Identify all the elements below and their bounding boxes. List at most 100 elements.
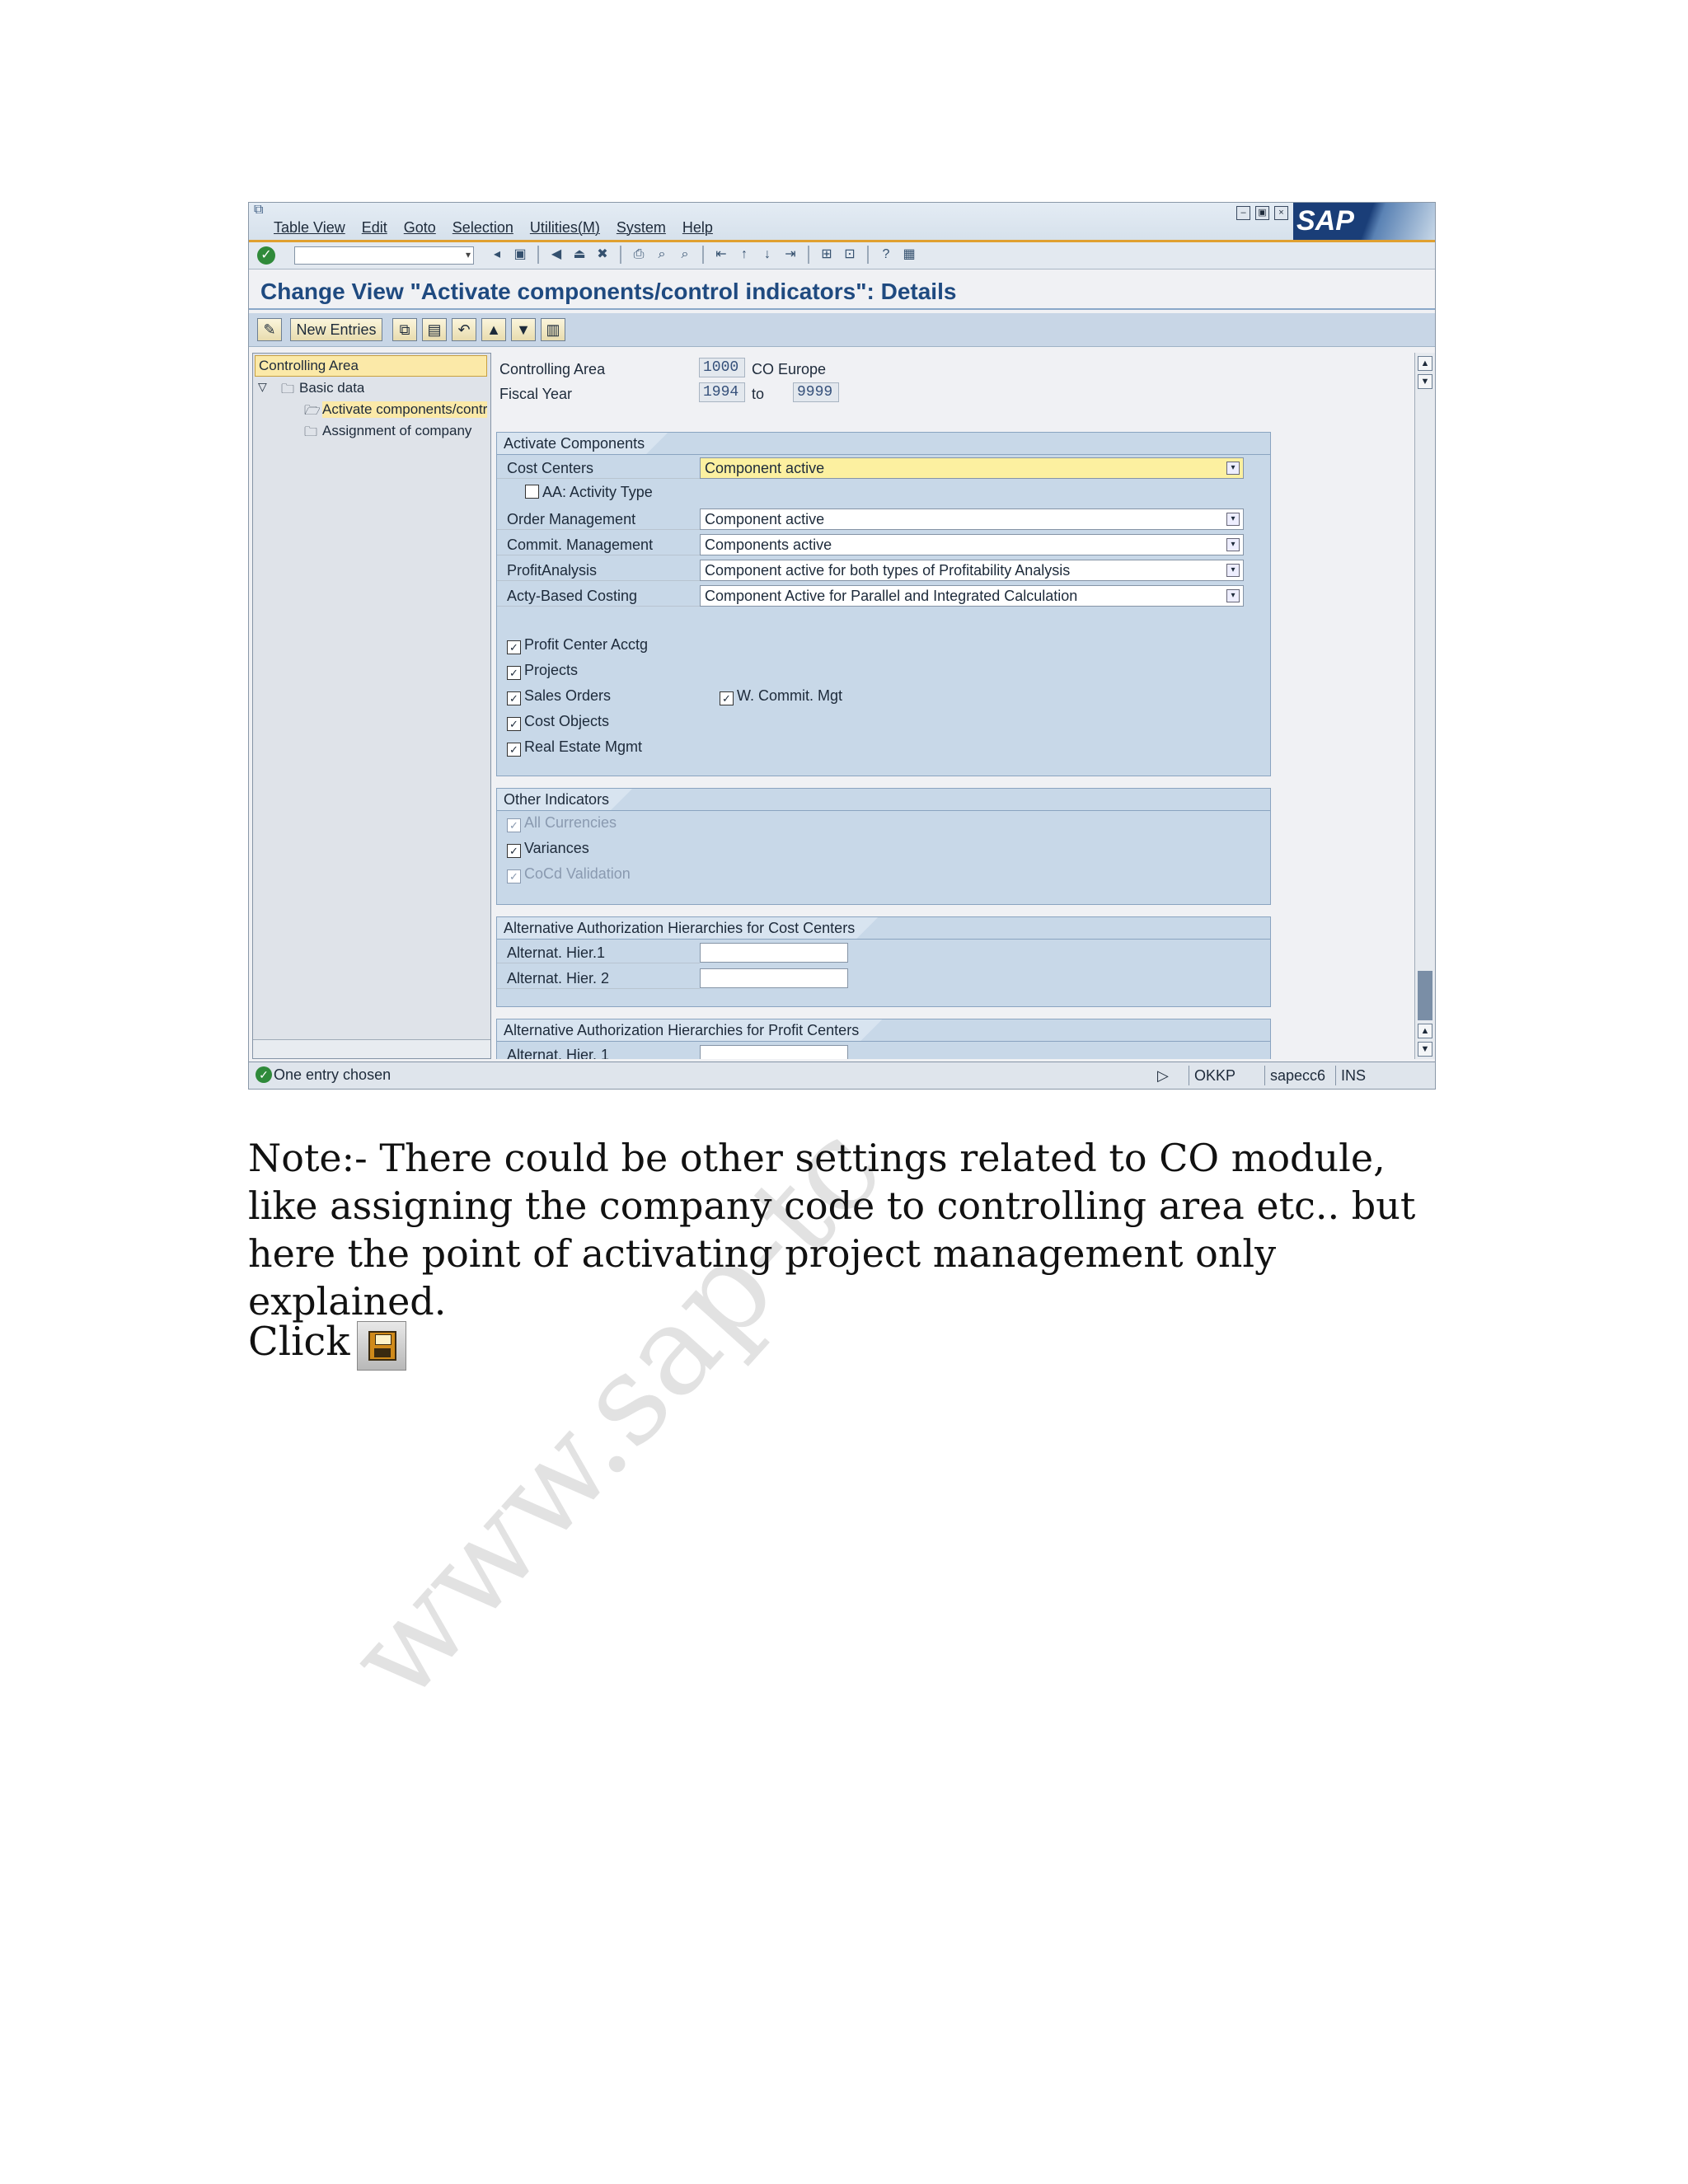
next-page-icon[interactable]: ↓ (758, 246, 776, 264)
transaction-code: OKKP (1189, 1066, 1236, 1085)
dropdown-icon[interactable]: ▾ (1226, 513, 1240, 526)
commit-management-select[interactable]: Components active ▾ (700, 534, 1244, 555)
next-entry-icon[interactable]: ▼ (511, 318, 536, 341)
dropdown-icon[interactable]: ▾ (1226, 589, 1240, 602)
menu-edit[interactable]: Edit (362, 219, 387, 237)
profit-analysis-value: Component active for both types of Profi… (705, 562, 1071, 579)
scroll-down-icon[interactable]: ▼ (1418, 1042, 1432, 1057)
tree-item-assignment-company[interactable]: Assignment of company (322, 423, 487, 439)
activate-components-group: Activate Components Cost Centers Compone… (496, 432, 1271, 776)
print-icon[interactable]: ⎙ (630, 246, 648, 264)
status-bar: ✓ One entry chosen ▷ OKKP sapecc6 INS (249, 1062, 1435, 1089)
command-field[interactable]: ▾ (294, 246, 474, 265)
previous-entry-icon[interactable]: ▲ (481, 318, 506, 341)
tree-horizontal-scrollbar[interactable] (253, 1039, 490, 1058)
group-divider (497, 939, 1270, 940)
projects-label: Projects (524, 662, 579, 678)
variances-checkbox[interactable]: ✓ Variances (507, 840, 589, 858)
copy-as-icon[interactable]: ⧉ (392, 318, 417, 341)
checkbox-box[interactable]: ✓ (507, 666, 521, 680)
floppy-disk-icon (368, 1331, 396, 1361)
insert-mode[interactable]: INS (1335, 1066, 1366, 1085)
alt-auth-cost-centers-group: Alternative Authorization Hierarchies fo… (496, 916, 1271, 1007)
checkbox-box[interactable] (525, 485, 539, 499)
vertical-scrollbar[interactable]: ▲ ▼ ▲ ▼ (1414, 353, 1435, 1059)
layout-menu-icon[interactable]: ▦ (900, 246, 918, 264)
restore-icon[interactable]: ▣ (1255, 206, 1269, 220)
separator (702, 246, 704, 264)
window-menu-icon[interactable]: ⧉ (254, 204, 269, 217)
system-info-icon[interactable]: ▷ (1152, 1066, 1169, 1085)
cost-centers-select[interactable]: Component active ▾ (700, 457, 1244, 479)
sales-orders-checkbox[interactable]: ✓ Sales Orders (507, 687, 611, 705)
collapse-icon[interactable]: ▽ (258, 380, 267, 394)
application-toolbar: ✎ New Entries ⧉ ▤ ↶ ▲ ▼ ▥ (249, 313, 1435, 347)
tree-item-activate-components[interactable]: Activate components/control indicators (322, 401, 487, 418)
acty-based-costing-select[interactable]: Component Active for Parallel and Integr… (700, 585, 1244, 607)
page-up-icon[interactable]: ▲ (1418, 1024, 1432, 1038)
aa-activity-type-checkbox[interactable]: AA: Activity Type (525, 484, 653, 501)
first-page-icon[interactable]: ⇤ (712, 246, 730, 264)
profit-analysis-select[interactable]: Component active for both types of Profi… (700, 560, 1244, 581)
separator (620, 246, 621, 264)
alternat-hier-1-input[interactable] (700, 943, 848, 963)
sales-orders-label: Sales Orders (524, 687, 612, 704)
exit-icon[interactable]: ⏏ (570, 246, 588, 264)
menu-help[interactable]: Help (682, 219, 713, 237)
display-change-icon[interactable]: ✎ (257, 318, 282, 341)
previous-page-icon[interactable]: ↑ (735, 246, 753, 264)
undo-change-icon[interactable]: ↶ (452, 318, 476, 341)
profit-center-acctg-checkbox[interactable]: ✓ Profit Center Acctg (507, 636, 648, 654)
menu-system[interactable]: System (617, 219, 666, 237)
checkbox-box: ✓ (507, 818, 521, 832)
shortcut-icon[interactable]: ⊡ (841, 246, 859, 264)
menu-selection[interactable]: Selection (452, 219, 513, 237)
checkbox-box[interactable]: ✓ (507, 844, 521, 858)
cancel-icon[interactable]: ✖ (593, 246, 612, 264)
checkbox-box[interactable]: ✓ (507, 640, 521, 654)
menu-goto[interactable]: Goto (404, 219, 436, 237)
profit-center-acctg-label: Profit Center Acctg (524, 636, 649, 653)
profit-alternat-hier-1-input[interactable] (700, 1045, 848, 1059)
help-icon[interactable]: ? (877, 246, 895, 264)
checkbox-box[interactable]: ✓ (507, 691, 521, 705)
checkbox-box[interactable]: ✓ (507, 717, 521, 731)
dropdown-icon[interactable]: ▾ (1226, 564, 1240, 577)
last-page-icon[interactable]: ⇥ (781, 246, 799, 264)
cost-objects-checkbox[interactable]: ✓ Cost Objects (507, 713, 609, 731)
delete-icon[interactable]: ▤ (422, 318, 447, 341)
menu-table-view[interactable]: Table View (274, 219, 345, 237)
back-arrow-icon[interactable]: ◂ (488, 246, 506, 264)
order-management-select[interactable]: Component active ▾ (700, 509, 1244, 530)
back-icon[interactable]: ◀ (547, 246, 565, 264)
page-down-icon[interactable]: ▼ (1418, 374, 1432, 389)
close-icon[interactable]: × (1274, 206, 1288, 220)
standard-toolbar: ✓ ▾ ◂ ▣ ◀ ⏏ ✖ ⎙ ⌕ ⌕ ⇤ ↑ ↓ ⇥ ⊞ ⊡ ? ▦ (249, 242, 1435, 269)
w-commit-mgt-checkbox[interactable]: ✓ W. Commit. Mgt (720, 687, 842, 705)
scroll-thumb[interactable] (1418, 971, 1432, 1020)
enter-icon[interactable]: ✓ (257, 246, 275, 265)
profit-analysis-label: ProfitAnalysis (497, 560, 700, 581)
save-icon[interactable]: ▣ (511, 246, 529, 264)
controlling-area-text: CO Europe (752, 361, 827, 377)
projects-checkbox[interactable]: ✓ Projects (507, 662, 578, 680)
commit-management-label: Commit. Management (497, 534, 700, 555)
checkbox-box[interactable]: ✓ (507, 743, 521, 757)
folder-icon: 🗀 (304, 425, 318, 439)
dropdown-icon[interactable]: ▾ (466, 249, 471, 260)
dropdown-icon[interactable]: ▾ (1226, 538, 1240, 551)
scroll-up-icon[interactable]: ▲ (1418, 356, 1432, 371)
checkbox-box[interactable]: ✓ (720, 691, 734, 705)
menu-utilities[interactable]: Utilities(M) (530, 219, 600, 237)
tree-item-basic-data[interactable]: Basic data (299, 380, 364, 396)
alternat-hier-2-input[interactable] (700, 968, 848, 988)
find-next-icon[interactable]: ⌕ (676, 246, 694, 264)
detail-screen: Controlling Area 1000 CO Europe Fiscal Y… (495, 353, 1416, 1059)
minimize-icon[interactable]: – (1236, 206, 1250, 220)
real-estate-mgmt-checkbox[interactable]: ✓ Real Estate Mgmt (507, 738, 642, 757)
variant-icon[interactable]: ▥ (541, 318, 565, 341)
new-entries-button[interactable]: New Entries (290, 318, 382, 341)
new-session-icon[interactable]: ⊞ (818, 246, 836, 264)
dropdown-icon[interactable]: ▾ (1226, 462, 1240, 475)
find-icon[interactable]: ⌕ (653, 246, 671, 264)
